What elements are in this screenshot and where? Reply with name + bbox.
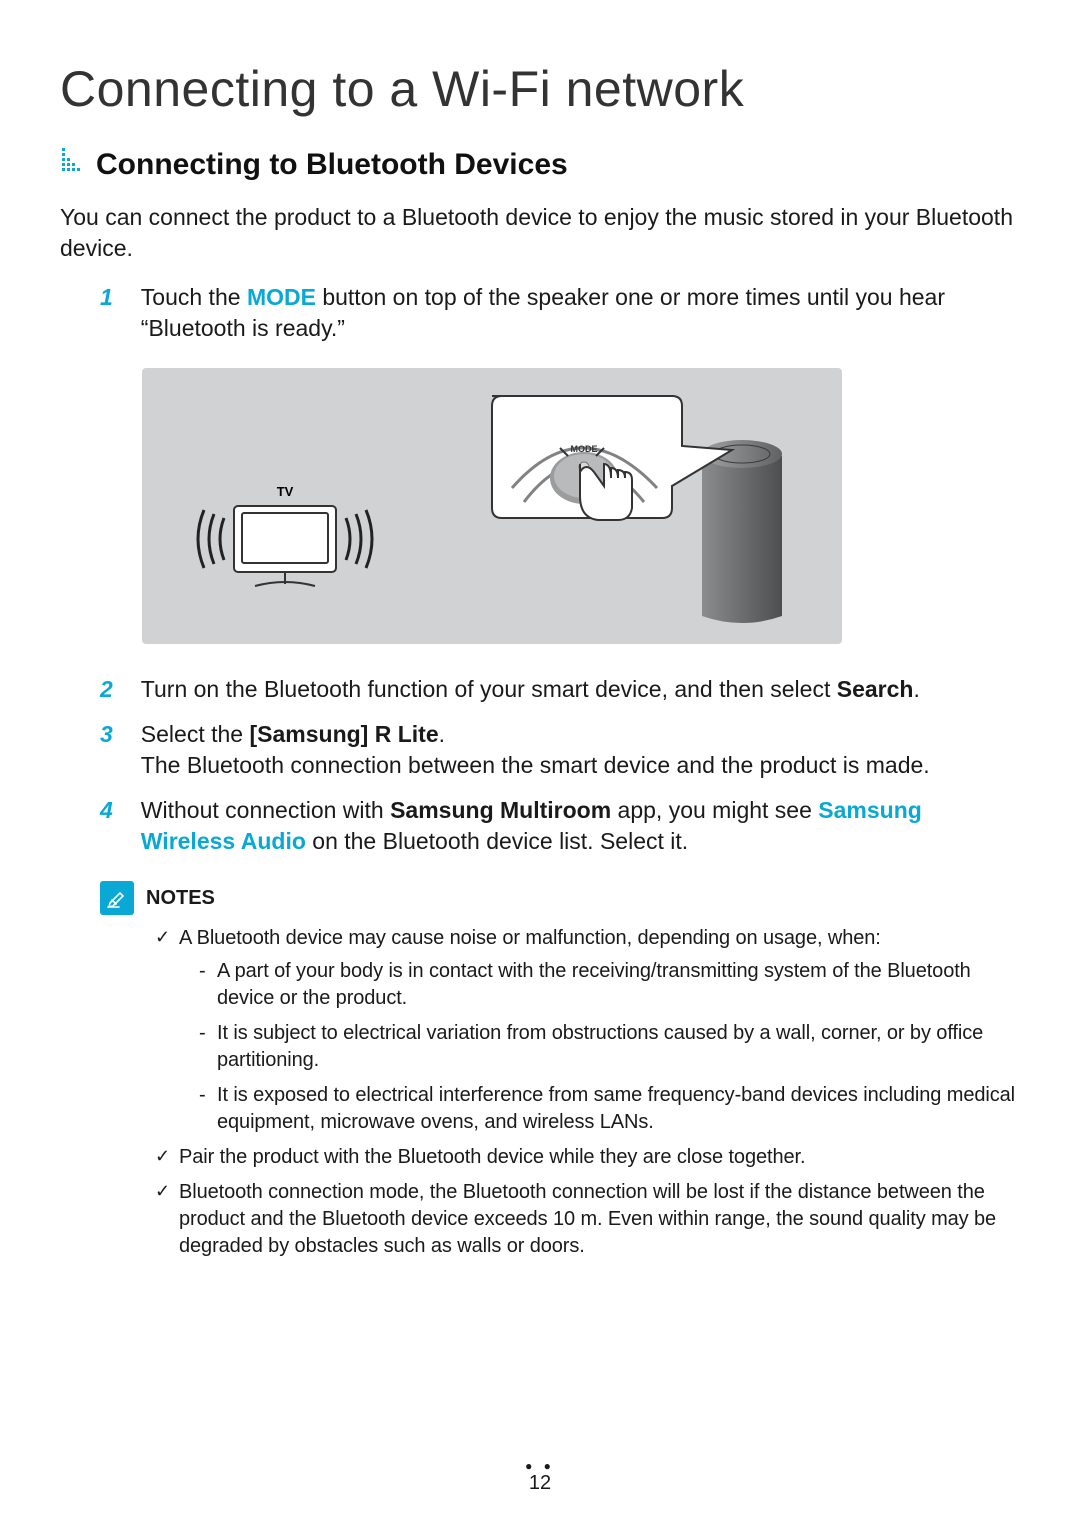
- note-item: Pair the product with the Bluetooth devi…: [155, 1144, 1020, 1171]
- step-4: 4 Without connection with Samsung Multir…: [60, 795, 1020, 857]
- note-subitem: A part of your body is in contact with t…: [199, 958, 1020, 1012]
- page-title: Connecting to a Wi-Fi network: [60, 60, 1020, 118]
- tv-icon: [198, 506, 372, 586]
- section-heading: Connecting to Bluetooth Devices: [60, 148, 1020, 182]
- bullet-pattern-icon: [60, 148, 84, 174]
- notes-block: NOTES A Bluetooth device may cause noise…: [100, 881, 1020, 1260]
- step-text: Turn on the Bluetooth function of your s…: [141, 676, 837, 702]
- section-heading-text: Connecting to Bluetooth Devices: [96, 148, 568, 182]
- step-body: Touch the MODE button on top of the spea…: [141, 282, 1020, 344]
- diagram: TV: [142, 368, 842, 644]
- hand-icon: [580, 464, 632, 520]
- section-intro: You can connect the product to a Bluetoo…: [60, 202, 1020, 264]
- step-text: The Bluetooth connection between the sma…: [141, 752, 930, 778]
- note-subitem: It is exposed to electrical interference…: [199, 1082, 1020, 1136]
- note-item: A Bluetooth device may cause noise or ma…: [155, 925, 1020, 1136]
- step-number: 2: [60, 674, 113, 705]
- step-text: Without connection with: [141, 797, 390, 823]
- app-name: Samsung Multiroom: [390, 797, 611, 823]
- step-1: 1 Touch the MODE button on top of the sp…: [60, 282, 1020, 344]
- search-label: Search: [837, 676, 914, 702]
- step-body: Without connection with Samsung Multiroo…: [141, 795, 1020, 857]
- note-text: A Bluetooth device may cause noise or ma…: [179, 927, 881, 949]
- step-2: 2 Turn on the Bluetooth function of your…: [60, 674, 1020, 705]
- step-text: .: [439, 721, 445, 747]
- steps-list: 1 Touch the MODE button on top of the sp…: [60, 282, 1020, 344]
- step-text: Touch the: [141, 284, 247, 310]
- mode-label: MODE: [247, 284, 316, 310]
- step-body: Select the [Samsung] R Lite. The Bluetoo…: [141, 719, 1020, 781]
- speaker-icon: [702, 440, 782, 623]
- diagram-container: TV: [60, 368, 1020, 644]
- step-number: 4: [60, 795, 113, 826]
- notes-label: NOTES: [146, 887, 215, 910]
- step-text: Select the: [141, 721, 250, 747]
- page-number-dots: ● ●: [0, 1464, 1080, 1468]
- step-body: Turn on the Bluetooth function of your s…: [141, 674, 1020, 705]
- pencil-icon: [100, 881, 134, 915]
- callout-icon: MODE: [492, 396, 732, 520]
- page-number: ● ● 12: [0, 1464, 1080, 1495]
- steps-list-cont: 2 Turn on the Bluetooth function of your…: [60, 674, 1020, 857]
- step-text: app, you might see: [611, 797, 818, 823]
- device-name: [Samsung] R Lite: [249, 721, 438, 747]
- tv-label: TV: [277, 484, 294, 499]
- note-subitem: It is subject to electrical variation fr…: [199, 1020, 1020, 1074]
- step-text: on the Bluetooth device list. Select it.: [306, 828, 688, 854]
- notes-header: NOTES: [100, 881, 1020, 915]
- page-number-value: 12: [529, 1472, 551, 1494]
- note-sublist: A part of your body is in contact with t…: [199, 958, 1020, 1136]
- step-text: .: [913, 676, 919, 702]
- step-number: 1: [60, 282, 113, 313]
- mode-label: MODE: [571, 444, 598, 454]
- step-number: 3: [60, 719, 113, 750]
- step-3: 3 Select the [Samsung] R Lite. The Bluet…: [60, 719, 1020, 781]
- note-item: Bluetooth connection mode, the Bluetooth…: [155, 1179, 1020, 1260]
- notes-list: A Bluetooth device may cause noise or ma…: [155, 925, 1020, 1260]
